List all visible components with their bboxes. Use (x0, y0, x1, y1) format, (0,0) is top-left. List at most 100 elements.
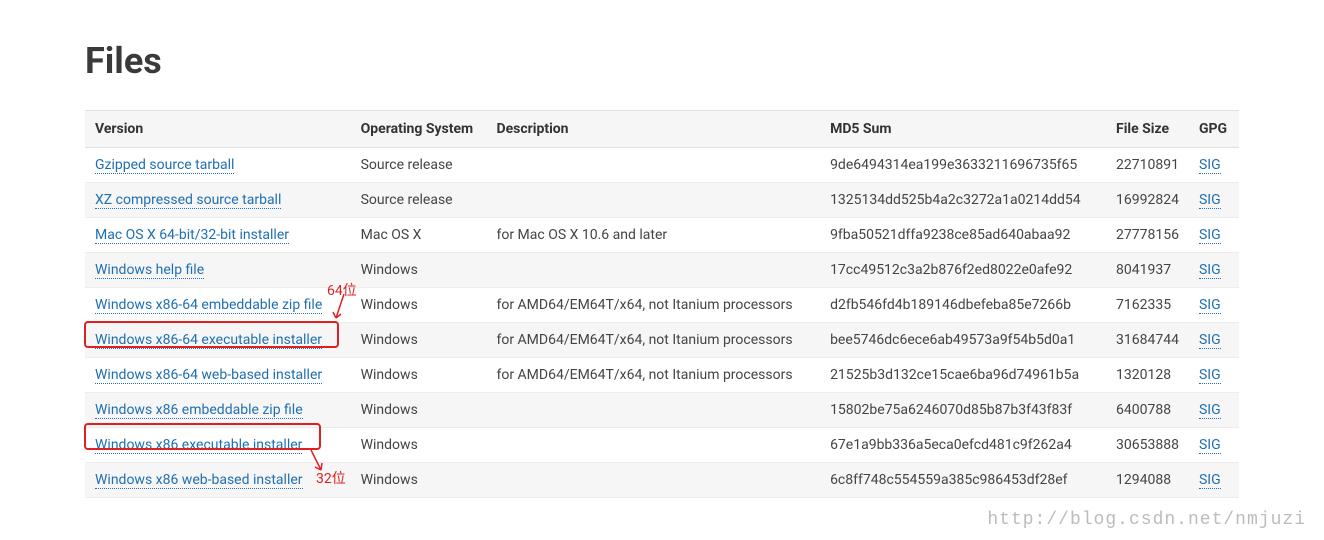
cell-filesize: 1294088 (1106, 463, 1189, 498)
table-row: Windows x86 executable installer Windows 6… (85, 428, 1239, 463)
table-row: Mac OS X 64-bit/32-bit installer Mac OS X… (85, 218, 1239, 253)
gpg-sig-link[interactable]: SIG (1199, 402, 1221, 419)
version-link[interactable]: XZ compressed source tarball (95, 192, 281, 209)
cell-os: Source release (351, 148, 487, 183)
cell-os: Windows (351, 253, 487, 288)
cell-filesize: 16992824 (1106, 183, 1189, 218)
table-row: Windows x86-64 embeddable zip file Window… (85, 288, 1239, 323)
cell-os: Windows (351, 428, 487, 463)
cell-md5: bee5746dc6ece6ab49573a9f54b5d0a1 (820, 323, 1106, 358)
cell-filesize: 7162335 (1106, 288, 1189, 323)
version-link[interactable]: Windows help file (95, 262, 204, 279)
cell-version: XZ compressed source tarball (85, 183, 351, 218)
col-header-desc: Description (486, 111, 820, 148)
cell-md5: 67e1a9bb336a5eca0efcd481c9f262a4 (820, 428, 1106, 463)
cell-os: Windows (351, 288, 487, 323)
version-link[interactable]: Windows x86-64 embeddable zip file (95, 297, 322, 314)
gpg-sig-link[interactable]: SIG (1199, 437, 1221, 454)
version-link[interactable]: Mac OS X 64-bit/32-bit installer (95, 227, 289, 244)
col-header-version: Version (85, 111, 351, 148)
cell-gpg: SIG (1189, 148, 1239, 183)
cell-description (486, 463, 820, 498)
col-header-os: Operating System (351, 111, 487, 148)
version-link[interactable]: Windows x86 embeddable zip file (95, 402, 303, 419)
cell-version: Windows x86 embeddable zip file (85, 393, 351, 428)
table-row: Windows help file Windows 17cc49512c3a2b87… (85, 253, 1239, 288)
cell-description (486, 253, 820, 288)
files-table: Version Operating System Description MD5… (85, 110, 1239, 498)
watermark-text: http://blog.csdn.net/nmjuzi (987, 510, 1306, 530)
cell-gpg: SIG (1189, 183, 1239, 218)
cell-gpg: SIG (1189, 253, 1239, 288)
page-container: Files Version Operating System Descripti… (0, 0, 1324, 498)
cell-gpg: SIG (1189, 218, 1239, 253)
cell-os: Windows (351, 323, 487, 358)
table-row: Windows x86 embeddable zip file Windows 15… (85, 393, 1239, 428)
cell-md5: 17cc49512c3a2b876f2ed8022e0afe92 (820, 253, 1106, 288)
gpg-sig-link[interactable]: SIG (1199, 297, 1221, 314)
cell-version: Windows x86-64 embeddable zip file (85, 288, 351, 323)
cell-md5: 6c8ff748c554559a385c986453df28ef (820, 463, 1106, 498)
gpg-sig-link[interactable]: SIG (1199, 367, 1221, 384)
table-header-row: Version Operating System Description MD5… (85, 111, 1239, 148)
cell-version: Windows x86 executable installer (85, 428, 351, 463)
cell-filesize: 22710891 (1106, 148, 1189, 183)
cell-md5: 1325134dd525b4a2c3272a1a0214dd54 (820, 183, 1106, 218)
cell-md5: d2fb546fd4b189146dbefeba85e7266b (820, 288, 1106, 323)
gpg-sig-link[interactable]: SIG (1199, 332, 1221, 349)
cell-os: Mac OS X (351, 218, 487, 253)
table-row: Windows x86-64 executable installer Windo… (85, 323, 1239, 358)
col-header-size: File Size (1106, 111, 1189, 148)
cell-filesize: 8041937 (1106, 253, 1189, 288)
cell-version: Gzipped source tarball (85, 148, 351, 183)
gpg-sig-link[interactable]: SIG (1199, 227, 1221, 244)
cell-description (486, 393, 820, 428)
cell-os: Source release (351, 183, 487, 218)
cell-os: Windows (351, 358, 487, 393)
cell-filesize: 27778156 (1106, 218, 1189, 253)
col-header-gpg: GPG (1189, 111, 1239, 148)
cell-description (486, 183, 820, 218)
cell-gpg: SIG (1189, 358, 1239, 393)
cell-version: Windows x86 web-based installer (85, 463, 351, 498)
cell-description (486, 428, 820, 463)
cell-version: Mac OS X 64-bit/32-bit installer (85, 218, 351, 253)
cell-gpg: SIG (1189, 393, 1239, 428)
cell-description: for AMD64/EM64T/x64, not Itanium process… (486, 358, 820, 393)
table-row: Windows x86 web-based installer Windows 6c… (85, 463, 1239, 498)
cell-version: Windows x86-64 web-based installer (85, 358, 351, 393)
cell-os: Windows (351, 463, 487, 498)
gpg-sig-link[interactable]: SIG (1199, 157, 1221, 174)
cell-md5: 9de6494314ea199e3633211696735f65 (820, 148, 1106, 183)
version-link[interactable]: Windows x86 executable installer (95, 437, 302, 454)
version-link[interactable]: Windows x86-64 web-based installer (95, 367, 322, 384)
gpg-sig-link[interactable]: SIG (1199, 192, 1221, 209)
cell-gpg: SIG (1189, 428, 1239, 463)
cell-gpg: SIG (1189, 288, 1239, 323)
cell-description: for AMD64/EM64T/x64, not Itanium process… (486, 323, 820, 358)
cell-description: for Mac OS X 10.6 and later (486, 218, 820, 253)
cell-filesize: 30653888 (1106, 428, 1189, 463)
table-row: Windows x86-64 web-based installer Window… (85, 358, 1239, 393)
cell-md5: 9fba50521dffa9238ce85ad640abaa92 (820, 218, 1106, 253)
col-header-md5: MD5 Sum (820, 111, 1106, 148)
cell-description: for AMD64/EM64T/x64, not Itanium process… (486, 288, 820, 323)
cell-filesize: 1320128 (1106, 358, 1189, 393)
version-link[interactable]: Gzipped source tarball (95, 157, 234, 174)
cell-version: Windows help file (85, 253, 351, 288)
cell-gpg: SIG (1189, 463, 1239, 498)
cell-filesize: 6400788 (1106, 393, 1189, 428)
version-link[interactable]: Windows x86-64 executable installer (95, 332, 322, 349)
cell-filesize: 31684744 (1106, 323, 1189, 358)
cell-md5: 15802be75a6246070d85b87b3f43f83f (820, 393, 1106, 428)
gpg-sig-link[interactable]: SIG (1199, 262, 1221, 279)
cell-gpg: SIG (1189, 323, 1239, 358)
cell-description (486, 148, 820, 183)
cell-os: Windows (351, 393, 487, 428)
version-link[interactable]: Windows x86 web-based installer (95, 472, 303, 489)
page-title: Files (85, 40, 1239, 82)
table-row: XZ compressed source tarball Source relea… (85, 183, 1239, 218)
table-row: Gzipped source tarball Source release 9de6… (85, 148, 1239, 183)
cell-version: Windows x86-64 executable installer (85, 323, 351, 358)
gpg-sig-link[interactable]: SIG (1199, 472, 1221, 489)
